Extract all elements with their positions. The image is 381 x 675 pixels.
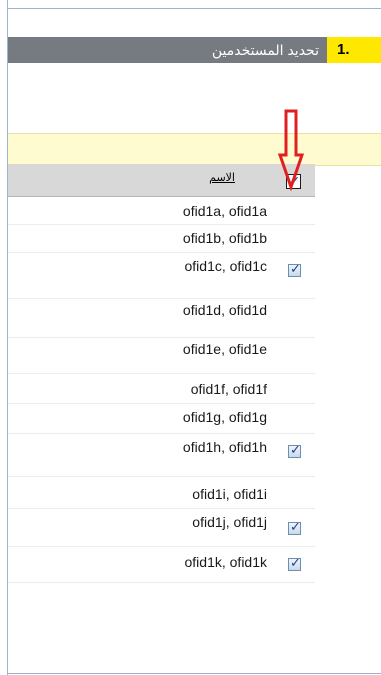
table-row: ofid1g, ofid1g [8,403,315,434]
down-arrow-outline-icon [278,109,304,191]
step-title: تحديد المستخدمين [211,42,319,58]
step-header: تحديد المستخدمين 1. [8,37,381,63]
row-checkbox[interactable]: ✓ [288,443,301,458]
table-row: ofid1j, ofid1j ✓ [8,508,315,547]
checkmark-icon: ✓ [290,520,301,535]
user-name: ofid1h, ofid1h [182,439,267,455]
info-band [8,133,381,166]
page-frame: تحديد المستخدمين 1. الاسم ✓ ofid1a, ofid… [0,0,381,675]
user-name: ofid1b, ofid1b [182,230,267,246]
table-row: ofid1d, ofid1d [8,298,315,338]
checkmark-icon: ✓ [290,556,301,571]
checkmark-icon: ✓ [290,443,301,458]
row-checkbox[interactable]: ✓ [288,556,301,571]
user-name: ofid1g, ofid1g [182,409,267,425]
checkmark-icon: ✓ [290,262,301,277]
row-checkbox[interactable]: ✓ [288,262,301,277]
table-row: ofid1a, ofid1a [8,197,315,225]
user-name: ofid1c, ofid1c [184,258,268,274]
frame-bottom-border [7,673,381,674]
table-header: الاسم ✓ [8,164,315,197]
user-name: ofid1e, ofid1e [182,341,267,357]
user-name: ofid1a, ofid1a [182,203,267,219]
table-row: ofid1b, ofid1b [8,224,315,253]
row-checkbox[interactable]: ✓ [288,520,301,535]
table-row: ofid1i, ofid1i [8,476,315,509]
frame-top-border [7,8,381,9]
user-name: ofid1j, ofid1j [192,514,267,530]
table-row: ofid1e, ofid1e [8,337,315,374]
table-row: ofid1c, ofid1c ✓ [8,252,315,299]
table-row: ofid1k, ofid1k ✓ [8,546,315,583]
step-number-badge: 1. [327,37,381,63]
user-name: ofid1k, ofid1k [184,554,268,570]
table-row: ofid1f, ofid1f [8,373,315,404]
name-column-header[interactable]: الاسم [209,171,235,184]
user-name: ofid1f, ofid1f [190,381,267,397]
user-name: ofid1d, ofid1d [182,302,267,318]
table-row: ofid1h, ofid1h ✓ [8,433,315,477]
user-name: ofid1i, ofid1i [192,486,267,502]
